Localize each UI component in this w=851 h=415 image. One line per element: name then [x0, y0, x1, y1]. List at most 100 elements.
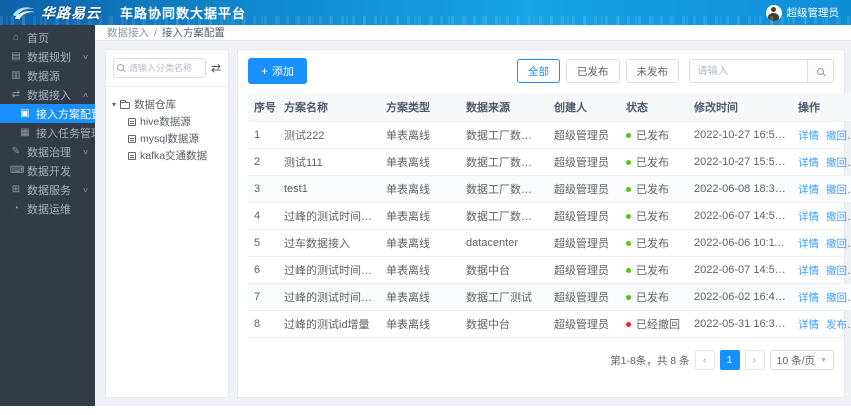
page-size-select[interactable]: 10 条/页 ▼ — [769, 350, 834, 370]
ops-icon: ◔ — [12, 203, 20, 214]
cell-status: 已发布 — [620, 229, 688, 257]
column-header: 操作 — [792, 93, 851, 122]
page-button-1[interactable]: 1 — [719, 350, 740, 370]
action-link[interactable]: 详情 — [798, 292, 819, 304]
tab-已发布[interactable]: 已发布 — [566, 59, 620, 83]
breadcrumb-current: 接入方案配置 — [161, 27, 225, 39]
sidebar-item-label: 数据源 — [27, 70, 60, 83]
column-header: 方案名称 — [278, 93, 380, 122]
page-size-value: 10 条/页 — [776, 354, 816, 367]
action-link[interactable]: 详情 — [798, 265, 819, 277]
cell-no: 4 — [248, 202, 278, 230]
status-dot-icon — [626, 268, 631, 273]
cell-name: 过峰的测试时间分区增量 — [278, 256, 380, 284]
cell-status: 已发布 — [620, 256, 688, 284]
user-menu[interactable]: 超级管理员 — [765, 4, 839, 21]
chevron-down-icon: ∨ — [81, 53, 90, 61]
action-link[interactable]: 撤回 — [826, 292, 847, 304]
action-link[interactable]: 详情 — [798, 238, 819, 250]
cell-time: 2022-06-06 10:11:26 — [688, 229, 792, 257]
breadcrumb-parent[interactable]: 数据接入 — [107, 25, 149, 40]
tree-node-child[interactable]: kafka交通数据 — [112, 147, 222, 164]
tree-node-label: kafka交通数据 — [140, 150, 208, 162]
action-link[interactable]: 撤回 — [826, 157, 847, 169]
cell-creator: 超级管理员 — [548, 229, 620, 257]
cell-time: 2022-05-31 16:32:06 — [688, 310, 792, 338]
sidebar-subitem-1[interactable]: ▣ 接入方案配置 — [0, 104, 95, 123]
refresh-icon[interactable]: ⇄ — [211, 62, 221, 74]
tab-未发布[interactable]: 未发布 — [625, 59, 679, 83]
top-header: 华路易云 车路协同数大据平台 超级管理员 — [0, 0, 851, 25]
cell-creator: 超级管理员 — [548, 175, 620, 203]
cell-actions: 详情撤回删除 — [792, 202, 851, 230]
cell-status: 已经撤回 — [620, 310, 688, 338]
prev-page-button[interactable]: ‹ — [694, 350, 715, 370]
sidebar-item-label: 数据接入 — [27, 89, 71, 102]
pagination-summary: 第1-8条，共 8 条 — [610, 354, 690, 367]
document-icon — [128, 117, 136, 126]
tree-node-root[interactable]: ▾ 数据仓库 — [112, 95, 222, 113]
home-icon: ⌂ — [12, 32, 20, 43]
action-link[interactable]: 详情 — [798, 211, 819, 223]
table-row: 1 测试222 单表离线 数据工厂数据源 超级管理员 已发布 2022-10-27 16:5… — [248, 121, 851, 149]
status-label: 已发布 — [636, 130, 669, 142]
cell-creator: 超级管理员 — [548, 121, 620, 149]
sidebar-item-7[interactable]: ⊞ 数据服务 ∨ — [0, 180, 95, 199]
sidebar-item-4[interactable]: ⇄ 数据接入 ∧ — [0, 85, 95, 104]
table-search-input[interactable] — [689, 59, 807, 83]
sidebar-subitem-2[interactable]: ▦ 接入任务管理 — [0, 123, 95, 142]
sidebar-item-1[interactable]: ⌂ 首页 — [0, 28, 95, 47]
sidebar-item-5[interactable]: ✎ 数据治理 ∨ — [0, 142, 95, 161]
tree-node-child[interactable]: mysql数据源 — [112, 130, 222, 147]
action-link[interactable]: 详情 — [798, 319, 819, 331]
caret-down-icon: ▾ — [112, 99, 117, 109]
table-row: 7 过峰的测试时间增量 单表离线 数据工厂测试 超级管理员 已发布 2022-06-02 1… — [248, 283, 851, 311]
chevron-up-icon: ∧ — [81, 91, 90, 99]
cell-source: 数据工厂测试 — [460, 283, 548, 311]
tree-search-input[interactable] — [113, 58, 206, 78]
cell-source: 数据工厂数据源 — [460, 175, 548, 203]
cell-source: 数据工厂数据源 — [460, 202, 548, 230]
pagination: 第1-8条，共 8 条 ‹ 1 › 10 条/页 ▼ — [248, 350, 834, 370]
sidebar-item-label: 数据治理 — [27, 146, 71, 159]
cell-name: 测试111 — [278, 148, 380, 176]
sidebar-item-2[interactable]: ▤ 数据规划 ∨ — [0, 47, 95, 66]
chevron-down-icon: ∨ — [81, 148, 90, 156]
cell-status: 已发布 — [620, 121, 688, 149]
sidebar-item-8[interactable]: ◔ 数据运维 — [0, 199, 95, 218]
column-header: 方案类型 — [380, 93, 460, 122]
cell-type: 单表离线 — [380, 229, 460, 257]
action-link[interactable]: 撤回 — [826, 265, 847, 277]
table-search-button[interactable] — [807, 59, 834, 83]
tree-node-child[interactable]: hive数据源 — [112, 113, 222, 130]
cell-actions: 详情撤回删除 — [792, 148, 851, 176]
tree-root-label: 数据仓库 — [134, 98, 177, 111]
action-link[interactable]: 详情 — [798, 157, 819, 169]
cell-time: 2022-06-07 14:59:36 — [688, 202, 792, 230]
cell-status: 已发布 — [620, 175, 688, 203]
column-header: 序号 — [248, 93, 278, 122]
add-button[interactable]: + 添加 — [248, 58, 308, 84]
sidebar-item-label: 数据服务 — [27, 184, 71, 197]
next-page-button[interactable]: › — [744, 350, 765, 370]
breadcrumb-separator: / — [154, 26, 157, 39]
action-link[interactable]: 撤回 — [826, 184, 847, 196]
sidebar-item-6[interactable]: ⌨ 数据开发 — [0, 161, 95, 180]
tree-panel: ⇄ ▾ 数据仓库 hive数据源 mysql数据源 kafka交通数据 — [105, 49, 229, 398]
tree-node-label: mysql数据源 — [140, 133, 199, 145]
action-link[interactable]: 撤回 — [826, 211, 847, 223]
action-link[interactable]: 详情 — [798, 130, 819, 142]
cell-creator: 超级管理员 — [548, 256, 620, 284]
cell-name: 过峰的测试id增量 — [278, 310, 380, 338]
tab-全部[interactable]: 全部 — [517, 59, 560, 83]
sidebar-item-label: 首页 — [27, 32, 49, 45]
table-search — [689, 59, 834, 83]
action-link[interactable]: 详情 — [798, 184, 819, 196]
logo: 华路易云 车路协同数大据平台 — [12, 3, 246, 23]
action-link[interactable]: 发布 — [826, 319, 847, 331]
action-link[interactable]: 撤回 — [826, 130, 847, 142]
cell-type: 单表离线 — [380, 148, 460, 176]
cell-creator: 超级管理员 — [548, 310, 620, 338]
action-link[interactable]: 撤回 — [826, 238, 847, 250]
sidebar-item-3[interactable]: ▥ 数据源 — [0, 66, 95, 85]
